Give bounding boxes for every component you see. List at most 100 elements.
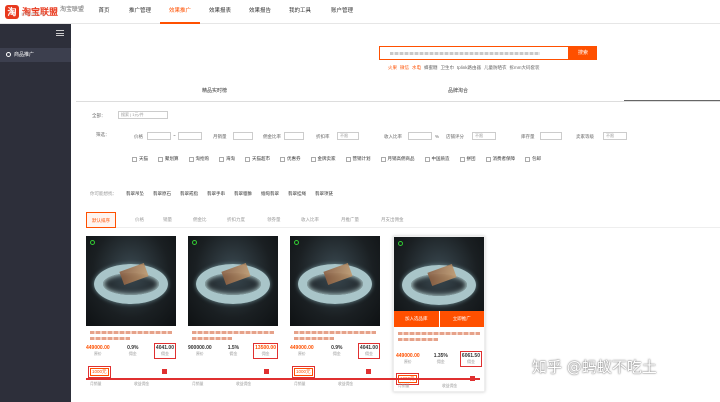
price-label: 价格: [134, 134, 143, 139]
product-title-blurred[interactable]: [398, 332, 480, 335]
hot-keyword[interactable]: tplink路由器: [457, 65, 481, 71]
add-to-library-button[interactable]: 加入选品库: [394, 311, 440, 327]
suggested-keyword[interactable]: 翡翠挂绳: [288, 191, 306, 197]
check-label: 中国质造: [431, 156, 450, 161]
hamburger-menu-icon[interactable]: [56, 30, 64, 36]
sort-discount[interactable]: 折扣力度: [222, 212, 250, 228]
product-image[interactable]: [86, 236, 176, 326]
check-marketing-plan[interactable]: 营销计划: [345, 156, 371, 162]
percent-sign: %: [435, 134, 440, 139]
check-label: 天猫超市: [252, 156, 270, 161]
sort-monthly-commission[interactable]: 月支出佣金: [376, 212, 409, 228]
price-min-input[interactable]: [147, 132, 171, 140]
category-select[interactable]: 搜索 | 1元/件: [118, 111, 168, 119]
sort-price[interactable]: 价格: [130, 212, 149, 228]
check-tmall[interactable]: 天猫: [132, 156, 148, 162]
check-label: 天猫: [139, 156, 148, 161]
hot-keyword[interactable]: 微信: [400, 65, 409, 71]
jade-bangle-image: [298, 264, 372, 304]
sort-coupon[interactable]: 领券量: [262, 212, 286, 228]
sort-income-rate[interactable]: 收入比率: [296, 212, 324, 228]
check-haitao[interactable]: 海淘: [219, 156, 235, 162]
check-label: 优惠券: [287, 156, 301, 161]
check-label: 金牌卖家: [317, 156, 336, 161]
sidebar-item-label: 商品推广: [14, 52, 35, 58]
promote-now-button[interactable]: 立即推广: [440, 311, 485, 327]
check-china-quality[interactable]: 中国质造: [424, 156, 450, 162]
product-image[interactable]: 加入选品库 立即推广: [394, 237, 484, 327]
check-high-commission[interactable]: 月销高佣商品: [380, 156, 415, 162]
commission-label: 佣金: [261, 351, 270, 356]
circle-icon: [398, 241, 403, 246]
suggested-keyword[interactable]: 翡翠吊坠: [126, 191, 144, 197]
hot-keyword[interactable]: 卫生巾: [441, 65, 455, 71]
check-juhuasuan[interactable]: 聚划算: [158, 156, 179, 162]
check-taoqianggou[interactable]: 淘抢购: [188, 156, 209, 162]
suggested-keyword[interactable]: 翡翠项链: [315, 191, 333, 197]
hot-keyword[interactable]: 水电: [412, 65, 421, 71]
search-input[interactable]: [379, 46, 569, 60]
nav-effect-promotion[interactable]: 效果推广: [160, 0, 200, 24]
hot-keyword[interactable]: 拆mm大码套装: [510, 65, 540, 71]
nav-effect-summary[interactable]: 效果报告: [240, 0, 280, 24]
hot-keyword[interactable]: 儿童防晒衣: [484, 65, 507, 71]
nav-effect-report[interactable]: 效果报表: [200, 0, 240, 24]
product-title-blurred[interactable]: [294, 331, 376, 334]
tab-brand[interactable]: 品牌淘合: [448, 87, 468, 94]
product-image[interactable]: [188, 236, 278, 326]
product-card-hovered[interactable]: 加入选品库 立即推广 449000.00 原价 1.35% 佣金 6061.50 佣金…: [393, 236, 485, 392]
rate-label: 佣金: [332, 351, 341, 356]
suggested-keywords: 你可能想找： 翡翠吊坠 翡翠原石 翡翠戒指 翡翠手串 翡翠貔貅 缅甸翡翠 翡翠挂…: [90, 191, 333, 197]
product-image[interactable]: [290, 236, 380, 326]
sort-sales[interactable]: 销量: [158, 212, 177, 228]
check-tmall-supermarket[interactable]: 天猫超市: [245, 156, 270, 162]
monthly-sales-label: 月销量: [213, 134, 227, 139]
sort-default[interactable]: 默认排序: [86, 212, 116, 228]
tab-realtime-ranking[interactable]: 精品实时榜: [202, 87, 227, 94]
suggested-keyword[interactable]: 翡翠手串: [207, 191, 225, 197]
price-label: 原价: [403, 359, 412, 364]
card-action-bar: 加入选品库 立即推广: [394, 311, 484, 327]
sort-commission[interactable]: 佣金比: [188, 212, 212, 228]
suggested-keyword[interactable]: 翡翠戒指: [180, 191, 198, 197]
product-card[interactable]: 900000.00 原价 1.5% 佣金 13500.00 佣金 月销量 收益佣金: [188, 236, 278, 392]
product-title-blurred: [398, 338, 438, 341]
hot-keyword[interactable]: 蜂蜜糖: [424, 65, 438, 71]
card-footer-right: 收益佣金: [338, 382, 354, 386]
income-rate-label: 收入比率: [384, 134, 402, 139]
suggested-keyword[interactable]: 翡翠貔貅: [234, 191, 252, 197]
sort-monthly-promo[interactable]: 月推广量: [336, 212, 364, 228]
product-title-blurred[interactable]: [90, 331, 172, 334]
product-card[interactable]: 449000.00 原价 0.9% 佣金 4041.00 佣金 1000元 月销量 收…: [290, 236, 381, 392]
price-max-input[interactable]: [178, 132, 202, 140]
check-free-shipping[interactable]: 包邮: [525, 156, 541, 162]
search-button[interactable]: 搜索: [569, 46, 597, 60]
card-footer-left: 月销量: [294, 382, 306, 386]
checkbox-icon: [345, 156, 351, 162]
seller-level-select[interactable]: 不限: [603, 132, 627, 140]
commission-rate-input[interactable]: [284, 132, 304, 140]
check-gold-seller[interactable]: 金牌卖家: [310, 156, 336, 162]
sidebar-item-product-promotion[interactable]: 商品推广: [0, 48, 71, 62]
coupon-tag[interactable]: 1000元: [292, 366, 315, 378]
coupon-tag[interactable]: 1000元: [88, 366, 111, 378]
nav-account[interactable]: 账户管理: [320, 0, 364, 24]
hot-keyword[interactable]: 火果: [388, 65, 397, 71]
discount-select[interactable]: 不限: [337, 132, 359, 140]
check-coupon[interactable]: 优惠券: [280, 156, 301, 162]
shop-score-select[interactable]: 不限: [472, 132, 496, 140]
monthly-sales-input[interactable]: [233, 132, 253, 140]
check-group-buy[interactable]: 拼团: [459, 156, 476, 162]
check-consumer-protection[interactable]: 消费者保障: [485, 156, 515, 162]
product-card[interactable]: 449000.00 原价 0.9% 佣金 4041.00 佣金 1000元 月销量 收…: [86, 236, 177, 392]
card-footer-left: 月销量: [192, 382, 204, 386]
stock-input[interactable]: [540, 132, 562, 140]
income-rate-input[interactable]: [408, 132, 432, 140]
nav-promotion-manage[interactable]: 推广管理: [120, 0, 160, 24]
suggested-keyword[interactable]: 翡翠原石: [153, 191, 171, 197]
checkbox-icon: [245, 156, 250, 162]
product-title-blurred[interactable]: [192, 331, 274, 334]
suggested-keyword[interactable]: 缅甸翡翠: [261, 191, 279, 197]
nav-my-tools[interactable]: 我的工具: [280, 0, 320, 24]
nav-home[interactable]: 首页: [88, 0, 120, 24]
